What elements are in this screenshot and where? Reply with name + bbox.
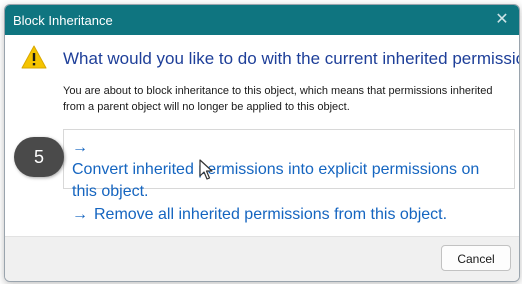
mouse-pointer-icon (199, 159, 213, 180)
cancel-button[interactable]: Cancel (441, 245, 511, 271)
window-title: Block Inheritance (13, 13, 113, 28)
block-inheritance-dialog: Block Inheritance ✕ What would you like … (4, 4, 520, 282)
warning-triangle-icon (21, 45, 47, 69)
convert-option-label: Convert inherited permissions into expli… (72, 161, 480, 200)
arrow-right-icon: → (72, 139, 88, 156)
convert-permissions-option[interactable]: → Convert inherited permissions into expl… (63, 129, 515, 200)
arrow-right-icon: → (72, 206, 88, 223)
remove-option-label: Remove all inherited permissions from th… (94, 206, 448, 223)
dialog-description: You are about to block inheritance to th… (63, 85, 493, 113)
dialog-footer: Cancel (5, 236, 519, 281)
step-number-badge: 5 (14, 137, 64, 177)
title-bar: Block Inheritance ✕ (5, 5, 519, 35)
close-button[interactable]: ✕ (485, 5, 519, 35)
dialog-heading: What would you like to do with the curre… (63, 49, 520, 68)
remove-permissions-option[interactable]: → Remove all inherited permissions from t… (63, 204, 519, 226)
